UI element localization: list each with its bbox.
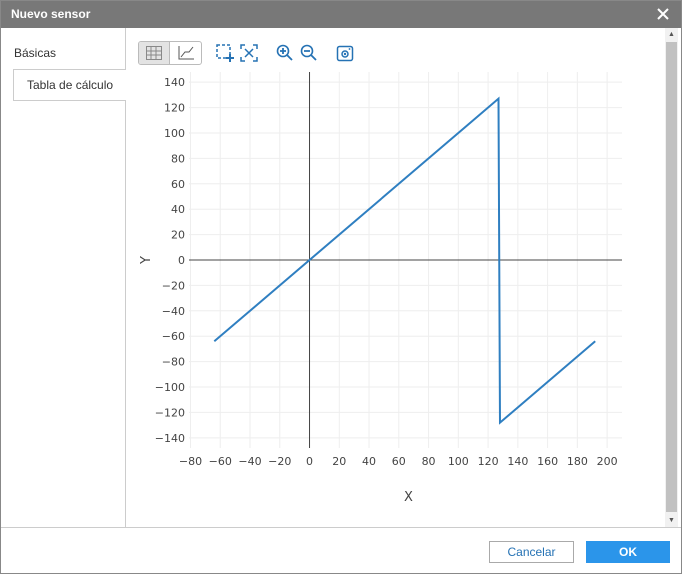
y-tick-label: −20 [162,279,185,292]
ok-button[interactable]: OK [586,541,670,563]
y-tick-label: 40 [171,203,185,216]
y-tick-label: 140 [164,76,185,89]
y-tick-label: −120 [155,406,185,419]
sidebar-tabs: Básicas Tabla de cálculo [1,28,126,527]
y-tick-label: 60 [171,178,185,191]
chart[interactable]: −80 −60 −40 −20 0 20 40 60 80 100 120 140 160 180 2001… [126,28,667,527]
dialog-footer: Cancelar OK [1,527,681,573]
scroll-down-icon[interactable]: ▼ [668,517,675,524]
y-tick-label: −80 [162,356,185,369]
main-panel: −80 −60 −40 −20 0 20 40 60 80 100 120 140 160 180 200 1… [126,28,665,527]
y-tick-label: 80 [171,152,185,165]
y-tick-label: 120 [164,102,185,115]
x-tick-label: −60 [209,455,232,468]
x-tick-label: 120 [478,455,499,468]
y-tick-label: 100 [164,127,185,140]
cancel-button[interactable]: Cancelar [489,541,574,563]
x-tick-label: 140 [507,455,528,468]
x-tick-label: 0 [306,455,313,468]
x-tick-label: −40 [238,455,261,468]
x-tick-label: 200 [597,455,618,468]
y-tick-label: −140 [155,432,185,445]
series-line [213,96,596,425]
x-tick-label: −80 [179,455,202,468]
y-tick-label: −60 [162,330,185,343]
x-axis-title: X [404,490,413,505]
scroll-up-icon[interactable]: ▲ [668,31,675,38]
y-tick-label: 20 [171,229,185,242]
scrollbar[interactable]: ▲ ▼ [665,28,678,527]
x-tick-label: −20 [268,455,291,468]
x-tick-label: 180 [567,455,588,468]
dialog-title-bar: Nuevo sensor [1,1,681,28]
x-tick-label: 160 [537,455,558,468]
close-icon[interactable] [655,6,671,22]
dialog-title: Nuevo sensor [11,7,91,21]
y-tick-label: −100 [155,381,185,394]
y-tick-label: 0 [178,254,185,267]
x-tick-label: 40 [362,455,376,468]
tab-basicas[interactable]: Básicas [1,38,125,69]
y-axis-title: Y [139,256,154,265]
dialog: Nuevo sensor Básicas Tabla de cálculo −8… [0,0,682,574]
scrollbar-thumb[interactable] [666,42,677,512]
tab-tabla-de-calculo[interactable]: Tabla de cálculo [13,69,126,101]
x-tick-label: 20 [332,455,346,468]
y-tick-label: −40 [162,305,185,318]
x-tick-label: 100 [448,455,469,468]
x-tick-label: 80 [422,455,436,468]
x-tick-label: 60 [392,455,406,468]
